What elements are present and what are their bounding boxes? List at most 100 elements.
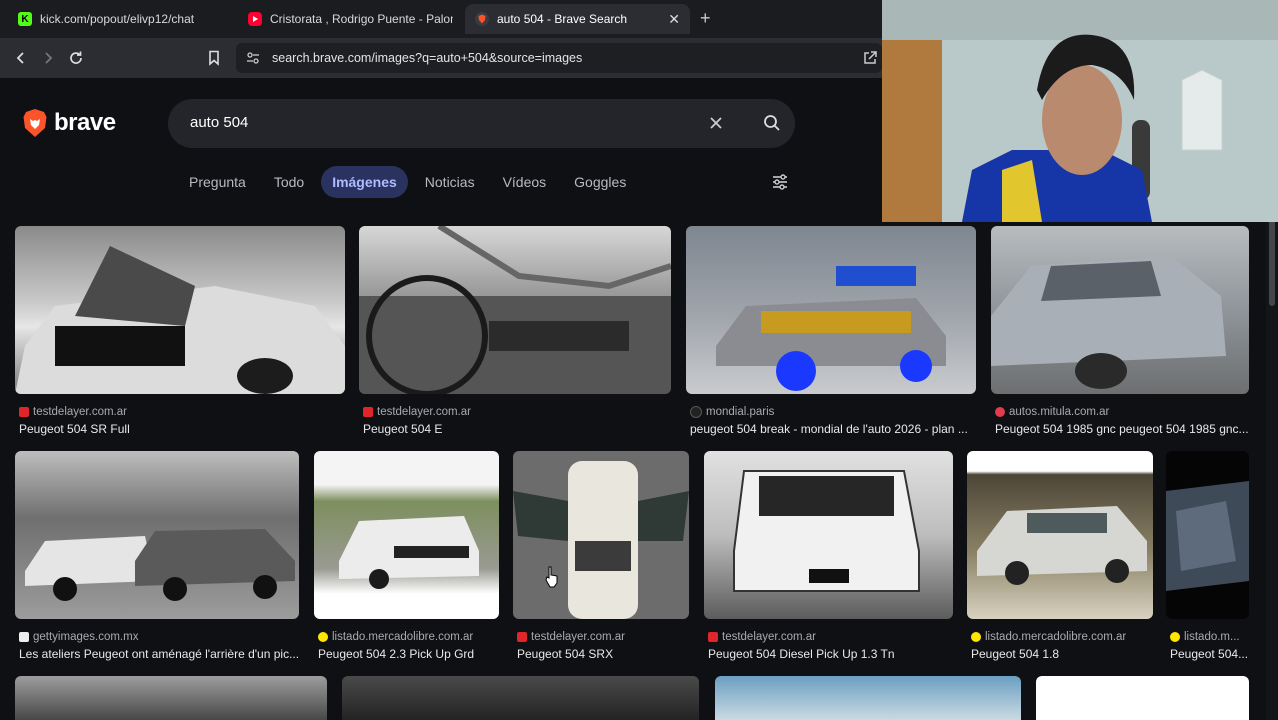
result-thumbnail[interactable] [15, 676, 327, 720]
result-source[interactable]: listado.mercadolibre.com.ar [332, 631, 473, 643]
forward-icon[interactable] [37, 47, 59, 69]
source-favicon-icon [708, 631, 718, 642]
image-result[interactable]: listado.mercadolibre.com.ar Peugeot 504 … [314, 451, 499, 661]
source-favicon-icon [690, 405, 702, 418]
tab-pregunta[interactable]: Pregunta [178, 166, 257, 198]
source-favicon-icon [19, 406, 29, 417]
tab-title: kick.com/popout/elivp12/chat [40, 12, 195, 26]
result-title[interactable]: Les ateliers Peugeot ont aménagé l'arriè… [19, 647, 301, 663]
result-source[interactable]: testdelayer.com.ar [531, 631, 625, 643]
webcam-overlay [882, 0, 1278, 222]
result-title[interactable]: Peugeot 504 E [363, 422, 671, 438]
tab-title: Cristorata , Rodrigo Puente - Palomit [270, 12, 453, 26]
result-title[interactable]: Peugeot 504 SR Full [19, 422, 345, 438]
filters-icon[interactable] [770, 172, 792, 194]
result-title[interactable]: Peugeot 504 SRX [517, 647, 691, 663]
result-meta: mondial.paris peugeot 504 break - mondia… [690, 404, 976, 438]
result-title[interactable]: Peugeot 504 1.8 [971, 647, 1155, 663]
result-source[interactable]: mondial.paris [706, 406, 774, 418]
result-thumbnail[interactable] [15, 226, 345, 394]
search-type-tabs: Pregunta Todo Imágenes Noticias Vídeos G… [178, 166, 643, 198]
result-meta: testdelayer.com.ar Peugeot 504 E [363, 404, 671, 438]
source-favicon-icon [971, 631, 981, 642]
close-tab-icon[interactable]: ✕ [668, 11, 680, 28]
share-icon[interactable] [862, 50, 878, 69]
result-thumbnail[interactable] [513, 451, 689, 619]
tab-youtube[interactable]: Cristorata , Rodrigo Puente - Palomit [238, 4, 463, 34]
tab-brave-search[interactable]: auto 504 - Brave Search ✕ [465, 4, 690, 34]
search-query: auto 504 [190, 114, 249, 131]
result-source[interactable]: autos.mitula.com.ar [1009, 406, 1109, 418]
result-meta: testdelayer.com.ar Peugeot 504 SRX [517, 629, 691, 663]
tab-videos[interactable]: Vídeos [492, 166, 558, 198]
result-thumbnail[interactable] [342, 676, 699, 720]
tab-todo[interactable]: Todo [263, 166, 315, 198]
image-result[interactable]: testdelayer.com.ar Peugeot 504 SRX [513, 451, 689, 661]
result-thumbnail[interactable] [1036, 676, 1249, 720]
result-title[interactable]: Peugeot 504 Diesel Pick Up 1.3 Tn [708, 647, 955, 663]
reload-icon[interactable] [65, 47, 87, 69]
result-source[interactable]: testdelayer.com.ar [722, 631, 816, 643]
result-title[interactable]: Peugeot 504 1985 gnc peugeot 504 1985 gn… [995, 422, 1251, 438]
mouse-pointer-icon [545, 566, 558, 588]
result-thumbnail[interactable] [686, 226, 976, 394]
brave-icon [475, 12, 489, 26]
result-thumbnail[interactable] [967, 451, 1153, 619]
result-source[interactable]: listado.mercadolibre.com.ar [985, 631, 1126, 643]
result-thumbnail[interactable] [715, 676, 1021, 720]
search-icon[interactable] [760, 111, 784, 135]
result-thumbnail[interactable] [314, 451, 499, 619]
tab-goggles[interactable]: Goggles [563, 166, 637, 198]
result-thumbnail[interactable] [991, 226, 1249, 394]
result-meta: listado.mercadolibre.com.ar Peugeot 504 … [971, 629, 1155, 663]
tab-imagenes[interactable]: Imágenes [321, 166, 408, 198]
clear-search-button[interactable] [704, 111, 728, 135]
result-thumbnail[interactable] [359, 226, 671, 394]
image-result[interactable]: autos.mitula.com.ar Peugeot 504 1985 gnc… [991, 226, 1249, 436]
result-meta: gettyimages.com.mx Les ateliers Peugeot … [19, 629, 301, 663]
result-title[interactable]: Peugeot 504... [1170, 647, 1253, 663]
result-title[interactable]: peugeot 504 break - mondial de l'auto 20… [690, 422, 976, 438]
result-thumbnail[interactable] [15, 451, 299, 619]
image-result[interactable]: testdelayer.com.ar Peugeot 504 SR Full [15, 226, 345, 436]
source-favicon-icon [1170, 631, 1180, 642]
result-thumbnail[interactable] [704, 451, 953, 619]
new-tab-icon[interactable]: + [700, 8, 711, 29]
image-result[interactable]: mondial.paris peugeot 504 break - mondia… [686, 226, 976, 436]
tab-strip: K kick.com/popout/elivp12/chat Cristorat… [0, 0, 882, 38]
site-settings-icon[interactable] [246, 51, 260, 68]
browser-toolbar: search.brave.com/images?q=auto+504&sourc… [0, 38, 882, 78]
image-result[interactable]: listado.m... Peugeot 504... [1166, 451, 1249, 661]
bookmark-icon[interactable] [203, 47, 225, 69]
image-result[interactable]: gettyimages.com.mx Les ateliers Peugeot … [15, 451, 299, 661]
youtube-icon [248, 12, 262, 26]
kick-icon: K [18, 12, 32, 26]
brave-lion-icon [23, 109, 47, 137]
result-title[interactable]: Peugeot 504 2.3 Pick Up Grd [318, 647, 501, 663]
source-favicon-icon [363, 406, 373, 417]
tab-title: auto 504 - Brave Search [497, 12, 628, 26]
result-source[interactable]: listado.m... [1184, 631, 1240, 643]
result-source[interactable]: testdelayer.com.ar [377, 406, 471, 418]
brave-logo[interactable]: brave [22, 108, 116, 138]
source-favicon-icon [19, 631, 29, 642]
source-favicon-icon [517, 631, 527, 642]
image-result[interactable]: listado.mercadolibre.com.ar Peugeot 504 … [967, 451, 1153, 661]
result-source[interactable]: testdelayer.com.ar [33, 406, 127, 418]
image-result[interactable]: testdelayer.com.ar Peugeot 504 E [359, 226, 671, 436]
tab-noticias[interactable]: Noticias [414, 166, 486, 198]
address-bar[interactable]: search.brave.com/images?q=auto+504&sourc… [236, 43, 882, 73]
result-source[interactable]: gettyimages.com.mx [33, 631, 138, 643]
result-meta: listado.m... Peugeot 504... [1170, 629, 1253, 663]
back-icon[interactable] [10, 47, 32, 69]
search-input[interactable]: auto 504 [168, 99, 795, 148]
result-thumbnail[interactable] [1166, 451, 1249, 619]
result-meta: listado.mercadolibre.com.ar Peugeot 504 … [318, 629, 501, 663]
webcam-feed-image [882, 0, 1278, 222]
result-meta: testdelayer.com.ar Peugeot 504 SR Full [19, 404, 345, 438]
source-favicon-icon [318, 631, 328, 642]
url-text: search.brave.com/images?q=auto+504&sourc… [272, 51, 583, 65]
image-result[interactable]: testdelayer.com.ar Peugeot 504 Diesel Pi… [704, 451, 953, 661]
result-meta: testdelayer.com.ar Peugeot 504 Diesel Pi… [708, 629, 955, 663]
tab-kick-chat[interactable]: K kick.com/popout/elivp12/chat [8, 4, 233, 34]
